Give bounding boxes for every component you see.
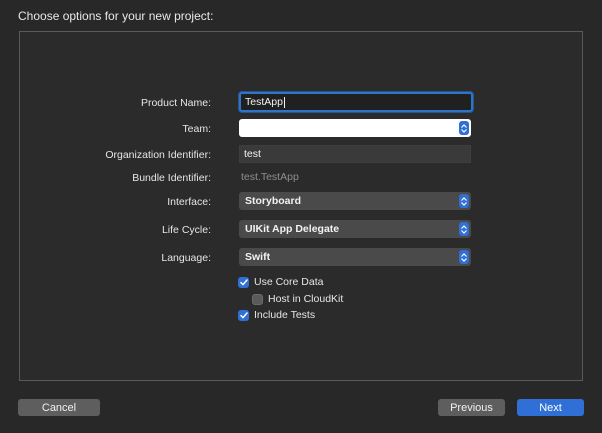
chevron-up-down-icon — [459, 194, 469, 208]
life-cycle-value: UIKit App Delegate — [245, 223, 340, 235]
organization-identifier-row: Organization Identifier: test — [20, 145, 582, 165]
product-name-row: Product Name: TestApp — [20, 92, 582, 113]
cancel-button[interactable]: Cancel — [18, 399, 100, 416]
next-button[interactable]: Next — [517, 399, 584, 416]
chevron-up-down-icon — [459, 222, 469, 236]
bundle-identifier-label: Bundle Identifier: — [132, 172, 211, 184]
use-core-data-checkbox[interactable]: Use Core Data — [238, 274, 323, 290]
include-tests-checkbox[interactable]: Include Tests — [238, 307, 315, 323]
language-row: Language: Swift — [20, 248, 582, 268]
team-row: Team: — [20, 119, 582, 139]
empty-checkbox-icon — [252, 293, 263, 305]
chevron-up-down-icon — [459, 250, 469, 264]
team-label: Team: — [182, 123, 211, 135]
product-name-label: Product Name: — [140, 97, 211, 109]
include-tests-label: Include Tests — [254, 309, 316, 321]
options-panel: Product Name: TestApp Team: Organization… — [19, 31, 583, 381]
checkmark-icon — [238, 276, 249, 288]
previous-button[interactable]: Previous — [438, 399, 505, 416]
life-cycle-label: Life Cycle: — [161, 224, 211, 236]
host-in-cloudkit-label: Host in CloudKit — [268, 293, 344, 305]
use-core-data-label: Use Core Data — [254, 276, 324, 288]
interface-row: Interface: Storyboard — [20, 192, 582, 212]
language-popup[interactable]: Swift — [239, 248, 471, 266]
chevron-up-down-icon — [459, 121, 469, 135]
life-cycle-row: Life Cycle: UIKit App Delegate — [20, 220, 582, 240]
interface-value: Storyboard — [245, 195, 302, 207]
product-name-field[interactable]: TestApp — [239, 92, 473, 112]
language-label: Language: — [161, 252, 211, 264]
host-in-cloudkit-checkbox[interactable]: Host in CloudKit — [252, 291, 343, 307]
text-caret — [283, 96, 285, 108]
language-value: Swift — [245, 251, 271, 263]
bundle-identifier-row: Bundle Identifier: test.TestApp — [20, 168, 582, 188]
team-popup[interactable] — [239, 119, 471, 137]
organization-identifier-value: test — [244, 148, 261, 160]
bundle-identifier-value: test.TestApp — [241, 171, 299, 183]
organization-identifier-label: Organization Identifier: — [105, 149, 211, 161]
product-name-value: TestApp — [245, 96, 283, 108]
life-cycle-popup[interactable]: UIKit App Delegate — [239, 220, 471, 238]
dialog-title: Choose options for your new project: — [18, 9, 214, 23]
checkmark-icon — [238, 309, 249, 321]
interface-label: Interface: — [167, 196, 211, 208]
interface-popup[interactable]: Storyboard — [239, 192, 471, 210]
organization-identifier-field[interactable]: test — [239, 145, 471, 163]
